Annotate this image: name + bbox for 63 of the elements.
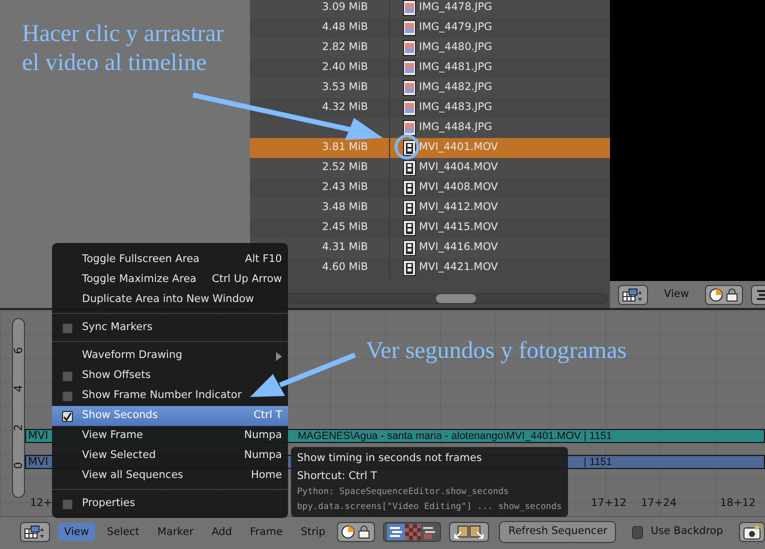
shortcut-label: Ctrl Up Arrow [212,272,282,288]
file-size: 4.60 MiB [322,261,368,274]
checkbox-label: Use Backdrop [650,524,723,540]
file-name: MVI_4404.MOV [419,160,498,176]
channel-number: 0 [13,462,24,470]
strip-label: MVI [27,456,50,468]
shortcut-label: Home [250,468,282,484]
shortcut-label: Numpa [244,428,282,444]
file-name: IMG_4479.JPG [419,20,492,36]
menu-label: Properties [82,496,136,512]
menu-label: View Selected [82,448,157,464]
file-name: MVI_4401.MOV [419,140,498,156]
menu-label: Waveform Drawing [82,348,184,364]
menu-label: Show Frame Number Indicator [82,388,243,404]
strip-label: MAGENES\Agua - santa maria - alotenango\MVI_4401.MOV | 1151 [296,430,613,442]
file-size: 3.48 MiB [322,201,368,214]
file-name: MVI_4421.MOV [419,260,498,276]
file-size: 2.40 MiB [322,61,368,74]
file-size: 3.53 MiB [322,81,368,94]
file-size: 2.45 MiB [322,221,368,234]
tooltip-text: Shortcut: Ctrl T [297,469,378,484]
file-size: 2.52 MiB [322,161,368,174]
file-size: 3.81 MiB [322,141,368,154]
file-size: 4.48 MiB [322,21,368,34]
tooltip-text: bpy.data.screens["Video Editing"] ... show_seconds [297,501,562,514]
menu-label: Show Offsets [82,368,152,384]
menu-label: Toggle Maximize Area [82,272,198,288]
file-name: MVI_4408.MOV [419,180,498,196]
file-name: MVI_4412.MOV [419,200,498,216]
menu-label: Toggle Fullscreen Area [82,252,200,268]
tooltip-text: Show timing in seconds not frames [297,451,483,466]
time-tick: 17+12 [591,496,627,511]
file-size: 2.43 MiB [322,181,368,194]
shortcut-label: Ctrl T [254,408,282,424]
menu-label: View all Sequences [82,468,184,484]
channel-number: 6 [13,346,24,354]
file-name: IMG_4483.JPG [419,100,492,116]
menu-label: Show Seconds [82,408,159,424]
channel-number: 2 [13,424,24,431]
file-size: 2.82 MiB [322,41,368,54]
file-size: 4.31 MiB [322,241,368,254]
time-tick: 17+24 [641,496,677,511]
file-name: IMG_4482.JPG [419,80,492,96]
menu-label: Sync Markers [82,320,154,336]
file-name: MVI_4415.MOV [419,220,498,236]
file-size: 4.32 MiB [322,101,368,114]
tooltip-text: Python: SpaceSequenceEditor.show_seconds [297,486,510,499]
file-size: 3.09 MiB [322,1,368,14]
menu-label: View Frame [82,428,144,444]
menu-label: Duplicate Area into New Window [82,292,255,308]
shortcut-label: Numpa [244,448,282,464]
annotation-text: Ver segundos y fotogramas [366,337,627,366]
file-name: IMG_4484.JPG [419,120,492,136]
time-tick: 12+ [30,496,52,511]
time-tick: 18+12 [720,496,756,511]
channel-number: 4 [13,385,24,392]
strip-label: MVI [27,430,50,442]
file-name: IMG_4481.JPG [419,60,492,76]
annotation-text: Hacer clic y arrastrar el video al timeline [22,20,225,78]
strip-label: | 1151 [582,456,613,468]
file-name: IMG_4480.JPG [419,40,492,56]
file-name: IMG_4478.JPG [419,0,492,16]
file-name: MVI_4416.MOV [419,240,498,256]
